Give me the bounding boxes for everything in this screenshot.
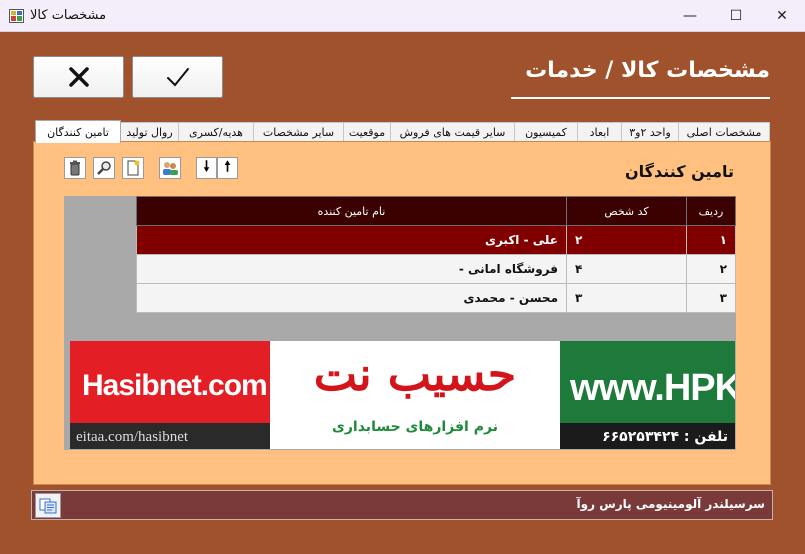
- cell-supplier-name[interactable]: فروشگاه امانی -: [136, 254, 567, 284]
- move-up-button[interactable]: 🠕: [217, 157, 238, 179]
- title-bar: مشخصات کالا — ☐ ✕: [0, 0, 805, 32]
- title-underline: [511, 97, 770, 99]
- item-description-bar: سرسیلندر آلومینیومی پارس روآ: [31, 490, 773, 520]
- item-description: سرسیلندر آلومینیومی پارس روآ: [576, 497, 765, 511]
- copy-icon: [39, 498, 57, 513]
- tab-other-specs[interactable]: سایر مشخصات: [253, 122, 344, 142]
- cell-person-code[interactable]: ۴: [566, 254, 687, 284]
- table-row[interactable]: ۲ ۴ فروشگاه امانی -: [136, 254, 736, 284]
- table-row[interactable]: ۱ ۲ علی - اکبری: [136, 225, 736, 255]
- delete-icon: [70, 160, 80, 176]
- column-header-row-number[interactable]: ردیف: [686, 196, 736, 226]
- new-button[interactable]: [122, 157, 144, 179]
- banner-website: Hasibnet.com: [82, 369, 268, 402]
- tab-main-specs[interactable]: مشخصات اصلی: [678, 122, 770, 142]
- ok-button[interactable]: [132, 56, 223, 98]
- column-header-person-code[interactable]: کد شخص: [566, 196, 687, 226]
- cell-supplier-name[interactable]: علی - اکبری: [136, 225, 567, 255]
- banner-eitaa-link: eitaa.com/hasibnet: [76, 429, 189, 445]
- arrow-down-icon: 🠗: [203, 159, 210, 175]
- cell-person-code[interactable]: ۳: [566, 283, 687, 313]
- copy-button[interactable]: [35, 493, 61, 518]
- tab-suppliers[interactable]: تامین کنندگان: [35, 120, 121, 143]
- checkmark-icon: [166, 68, 189, 87]
- arrow-up-icon: 🠕: [224, 159, 231, 175]
- cell-person-code[interactable]: ۲: [566, 225, 687, 255]
- banner-hpk-site: www.HPK.IR: [570, 367, 735, 409]
- table-header-row: ردیف کد شخص نام تامین کننده: [136, 196, 736, 226]
- banner-brand-logo: حسیب نت: [313, 347, 517, 401]
- app-icon: [9, 9, 24, 23]
- cancel-button[interactable]: [33, 56, 124, 98]
- tab-gift-deduction[interactable]: هدیه/کسری: [178, 122, 254, 142]
- cell-supplier-name[interactable]: محسن - محمدی: [136, 283, 567, 313]
- delete-button[interactable]: [64, 157, 86, 179]
- search-icon: [97, 161, 111, 175]
- move-down-button[interactable]: 🠗: [196, 157, 217, 179]
- tab-other-sale-prices[interactable]: سایر قیمت های فروش: [390, 122, 515, 142]
- cell-row-number[interactable]: ۳: [686, 283, 736, 313]
- section-title: تامین کنندگان: [625, 162, 734, 181]
- tab-units[interactable]: واحد ۲و۳: [621, 122, 679, 142]
- advertising-banner[interactable]: Hasibnet.com eitaa.com/hasibnet حسیب نت …: [70, 341, 735, 449]
- tab-commission[interactable]: کمیسیون: [514, 122, 578, 142]
- tab-production-routine[interactable]: روال تولید: [120, 122, 179, 142]
- search-button[interactable]: [93, 157, 115, 179]
- page-title: مشخصات کالا / خدمات: [525, 58, 770, 83]
- banner-tagline: نرم افزارهای حسابداری: [332, 419, 498, 435]
- close-icon: ✕: [776, 8, 788, 24]
- column-header-supplier-name[interactable]: نام تامین کننده: [136, 196, 567, 226]
- suppliers-table: ردیف کد شخص نام تامین کننده ۱ ۲ علی - اک…: [136, 196, 736, 313]
- banner-phone: تلفن : ۶۶۵۲۵۳۴۲۴: [602, 429, 728, 445]
- cell-row-number[interactable]: ۲: [686, 254, 736, 284]
- cell-row-number[interactable]: ۱: [686, 225, 736, 255]
- new-icon: [127, 160, 140, 176]
- maximize-button[interactable]: ☐: [713, 0, 759, 32]
- select-supplier-button[interactable]: [159, 157, 181, 179]
- users-icon: [163, 162, 178, 175]
- maximize-icon: ☐: [729, 8, 743, 24]
- close-button[interactable]: ✕: [759, 0, 805, 32]
- tab-location[interactable]: موقعیت: [343, 122, 391, 142]
- tab-dimensions[interactable]: ابعاد: [577, 122, 622, 142]
- minimize-button[interactable]: —: [667, 0, 713, 32]
- minimize-icon: —: [683, 8, 697, 24]
- tab-strip: مشخصات اصلی واحد ۲و۳ ابعاد کمیسیون سایر …: [35, 120, 770, 143]
- window-title: مشخصات کالا: [30, 8, 107, 23]
- cancel-x-icon: [68, 67, 89, 87]
- table-row[interactable]: ۳ ۳ محسن - محمدی: [136, 283, 736, 313]
